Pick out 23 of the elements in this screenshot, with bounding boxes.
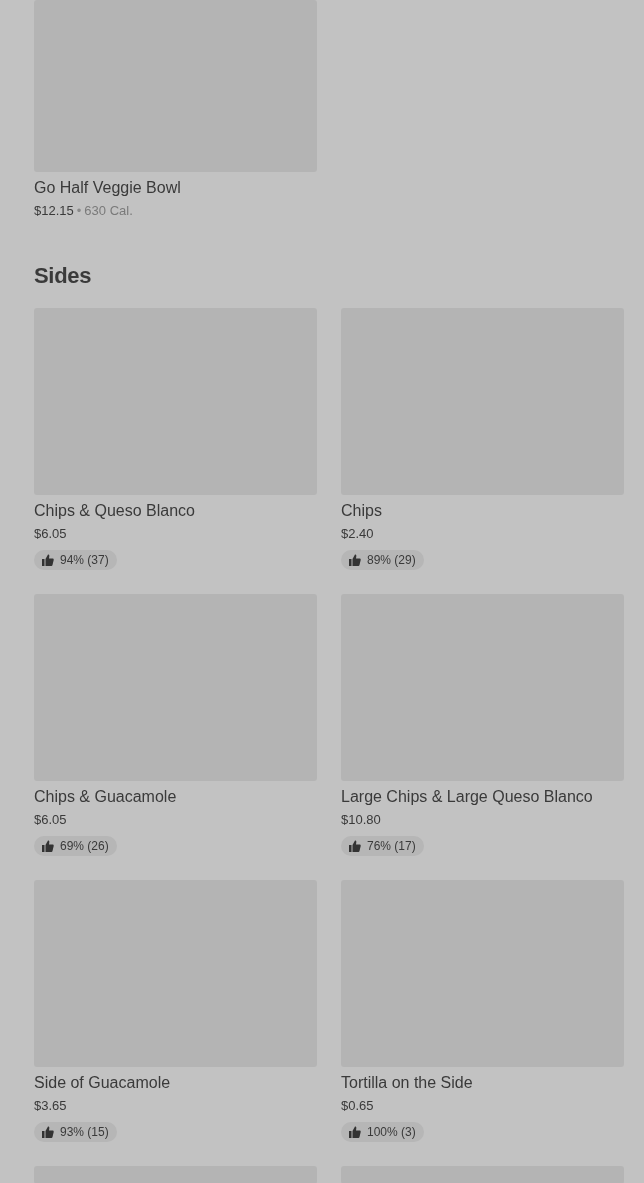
item-name: Large Chips & Large Queso Blanco bbox=[341, 787, 594, 807]
item-name: Chips & Queso Blanco bbox=[34, 501, 196, 521]
rating-text: 94% (37) bbox=[60, 552, 109, 568]
item-price: $6.05 bbox=[34, 811, 68, 829]
item-price: $10.80 bbox=[341, 811, 382, 829]
item-name: Chips bbox=[341, 501, 383, 521]
item-price: $12.15 bbox=[34, 202, 74, 220]
item-name: Side of Guacamole bbox=[34, 1073, 172, 1093]
item-calories: 630 Cal. bbox=[84, 202, 133, 220]
item-price: $0.65 bbox=[341, 1097, 375, 1115]
rating-text: 93% (15) bbox=[60, 1124, 109, 1140]
rating-text: 76% (17) bbox=[367, 838, 416, 854]
item-name: Go Half Veggie Bowl bbox=[34, 178, 182, 198]
separator-dot: • bbox=[76, 202, 82, 220]
item-price: $6.05 bbox=[34, 525, 68, 543]
rating-text: 89% (29) bbox=[367, 552, 416, 568]
item-price: $3.65 bbox=[34, 1097, 68, 1115]
section-title: Sides bbox=[34, 262, 93, 290]
item-name: Chips & Guacamole bbox=[34, 787, 178, 807]
rating-text: 69% (26) bbox=[60, 838, 109, 854]
rating-text: 100% (3) bbox=[367, 1124, 416, 1140]
item-name: Tortilla on the Side bbox=[341, 1073, 474, 1093]
item-price: $2.40 bbox=[341, 525, 375, 543]
